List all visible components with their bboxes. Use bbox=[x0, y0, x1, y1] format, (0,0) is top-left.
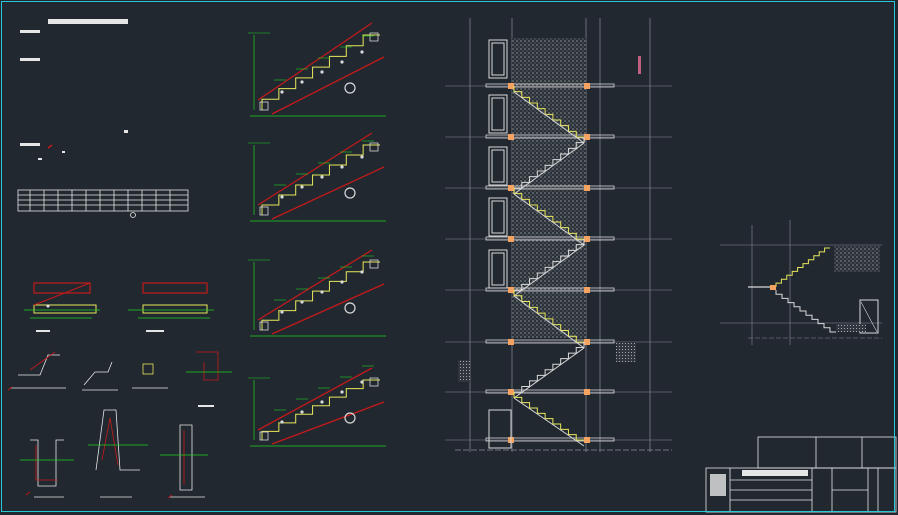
cad-drawing-canvas bbox=[7, 18, 897, 513]
flight-detail-1 bbox=[248, 22, 386, 117]
rebar-schedule-table bbox=[17, 189, 189, 218]
flight-detail-4 bbox=[248, 365, 386, 447]
section-detail-1-1 bbox=[24, 282, 100, 332]
title-block bbox=[705, 436, 897, 513]
beam-section-details bbox=[7, 282, 232, 499]
stair-building-section bbox=[445, 18, 672, 452]
general-notes-block bbox=[20, 19, 128, 160]
section-detail-1a-1a bbox=[128, 282, 214, 332]
stair-flight-details bbox=[248, 22, 386, 447]
node-detail-row bbox=[7, 351, 232, 407]
flight-detail-3 bbox=[248, 249, 386, 337]
wall-detail-row bbox=[20, 409, 208, 499]
stair-partial-section bbox=[720, 220, 882, 345]
flight-detail-2 bbox=[248, 132, 386, 222]
